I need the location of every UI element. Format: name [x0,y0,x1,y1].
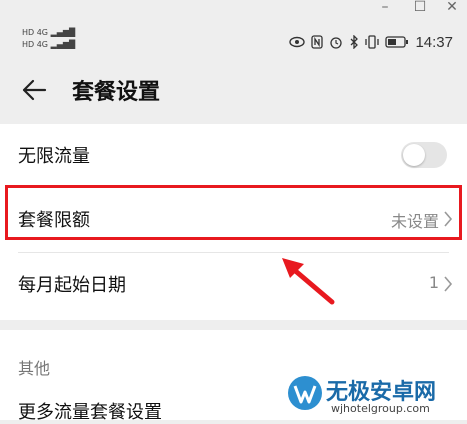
sim2-label: HD 4G [22,40,49,49]
toggle-knob [403,144,425,166]
watermark-url: wjhotelgroup.com [331,402,430,415]
unlimited-data-label: 无限流量 [18,146,90,167]
section-title-other: 其他 [18,359,51,378]
unlimited-data-toggle[interactable] [401,142,447,168]
back-arrow-icon[interactable] [20,76,48,104]
monthly-start-date-value: 1 [428,273,439,292]
vibrate-icon [365,35,380,49]
monthly-start-date-row[interactable]: 每月起始日期 1 [0,253,467,316]
status-icons: 14:37 [289,32,453,52]
status-bar: HD 4G ▂▄▆█ HD 4G ▂▄▆█ 14:37 [0,22,467,62]
monthly-start-date-label: 每月起始日期 [18,275,126,296]
window-titlebar: – ☐ ✕ [0,0,467,22]
annotation-arrow-icon [282,258,335,305]
close-button[interactable]: ✕ [437,0,467,18]
more-plans-label[interactable]: 更多流量套餐设置 [18,398,162,424]
minimize-button[interactable]: – [370,0,400,18]
sim1-signal: HD 4G ▂▄▆█ [22,28,75,37]
sim1-label: HD 4G [22,28,49,37]
page-title: 套餐设置 [72,80,161,105]
signal-bars-icon: ▂▄▆█ [50,40,76,49]
eye-icon [289,36,306,48]
clock-time: 14:37 [415,33,453,51]
signal-bars-icon: ▂▄▆█ [50,28,76,37]
watermark-logo-icon [288,376,322,410]
sim2-signal: HD 4G ▂▄▆█ [22,40,75,49]
watermark: 无极安卓网 wjhotelgroup.com [286,372,467,420]
highlight-box [5,185,462,240]
chevron-right-icon [444,276,453,292]
maximize-button[interactable]: ☐ [405,0,435,18]
unlimited-data-row[interactable]: 无限流量 [0,124,467,187]
battery-icon [385,36,409,48]
bluetooth-icon [350,35,359,49]
app-header: 套餐设置 [0,62,467,118]
nfc-icon [311,35,324,49]
alarm-icon [330,37,343,49]
